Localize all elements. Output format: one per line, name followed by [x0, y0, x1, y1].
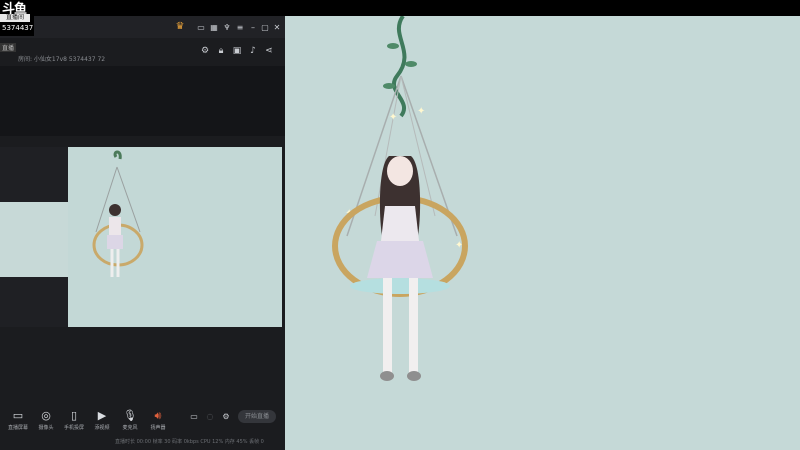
nested-preview-panel — [0, 147, 68, 327]
live-tag: 直播 — [0, 43, 17, 52]
speaker-button[interactable]: 🔊︎ 扬声器 — [143, 409, 173, 432]
menu-icon[interactable]: ≡ — [235, 23, 245, 33]
speaker-icon: 🔊︎ — [154, 409, 162, 422]
share-icon[interactable]: ⋖ — [264, 46, 274, 56]
phone-cast-icon: ▯ — [70, 409, 78, 422]
room-tag: 直播间 — [0, 14, 30, 22]
preview-swing-figure — [92, 150, 144, 277]
chat-icon[interactable]: ▭ — [196, 23, 206, 33]
svg-text:✦: ✦ — [417, 106, 425, 117]
nested-mini-stage — [0, 202, 68, 277]
status-bar: 直播时长 00:00 帧率 30 码率 0kbps CPU 12% 内存 45%… — [115, 439, 264, 445]
douyu-watermark: 斗鱼 直播间 5374437 — [0, 0, 34, 36]
close-icon[interactable]: ✕ — [272, 23, 282, 33]
phone-cast-button[interactable]: ▯ 手机投屏 — [59, 409, 89, 432]
lock-icon[interactable]: 🔒︎ — [216, 46, 226, 56]
skin-icon[interactable]: ♛ — [175, 22, 185, 32]
settings-icon[interactable]: ⚙ — [200, 46, 210, 56]
record-icon[interactable]: ▭ — [189, 412, 199, 422]
gear-icon[interactable]: ⚙ — [221, 412, 231, 422]
minimize-icon[interactable]: – — [248, 23, 258, 33]
camera-button[interactable]: ◎ 摄像头 — [31, 409, 61, 432]
room-meta: 房间: 小仙女17v8 5374437 72 — [18, 56, 106, 63]
swing-character-render: ✦ ✦ ✦ ✦ — [332, 16, 468, 381]
bell-icon[interactable]: ♪ — [248, 46, 258, 56]
gallery-icon[interactable]: ▣ — [232, 46, 242, 56]
svg-text:✦: ✦ — [389, 112, 397, 123]
room-id: 5374437 — [2, 24, 34, 32]
screen-capture-button[interactable]: ▭ 直播屏幕 — [3, 409, 33, 432]
grid-icon[interactable]: ▦ — [209, 23, 219, 33]
mic-button[interactable]: 🎙︎ 麦克风 — [115, 409, 145, 432]
camera-icon: ◎ — [41, 409, 51, 422]
go-live-button[interactable]: 开始直播 — [238, 410, 276, 423]
shirt-icon[interactable]: ♆ — [222, 23, 232, 33]
chat-area — [0, 66, 285, 136]
top-black-strip — [0, 0, 800, 16]
maximize-icon[interactable]: ▢ — [260, 23, 270, 33]
media-icon: ▶ — [97, 409, 107, 422]
scene-preview[interactable] — [68, 147, 282, 327]
gift-icon[interactable]: ◌ — [205, 412, 215, 422]
room-info-bar: 直播 房间: 小仙女17v8 5374437 72 — [0, 38, 285, 64]
media-button[interactable]: ▶ 添视频 — [87, 409, 117, 432]
screen-capture-icon: ▭ — [12, 409, 24, 422]
main-stage: ✦ ✦ ✦ ✦ — [285, 16, 800, 450]
mic-icon: 🎙︎ — [123, 409, 137, 422]
